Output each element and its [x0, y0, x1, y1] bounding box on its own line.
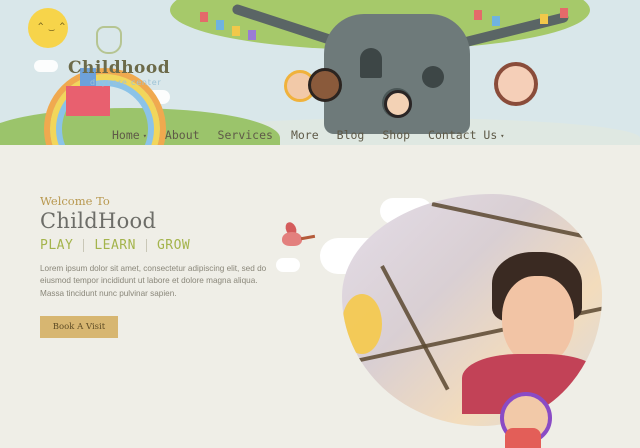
child-illustration — [308, 68, 342, 102]
treehouse-window — [422, 66, 444, 88]
castle-illustration — [66, 68, 110, 116]
logo-title[interactable]: Childhood — [68, 58, 170, 78]
bunting-flag — [560, 8, 568, 18]
nav-item-label: Shop — [382, 128, 411, 142]
girl-face — [502, 276, 574, 366]
main-nav: Home ▾ About Services More Blog Shop Cont… — [112, 126, 505, 144]
nav-item-contact[interactable]: Contact Us ▾ — [428, 128, 504, 142]
climbing-rope — [380, 265, 450, 391]
nav-item-label: Blog — [336, 128, 365, 142]
chevron-down-icon: ▾ — [142, 131, 147, 140]
logo-subtitle: daycare center — [90, 78, 162, 87]
bunting-flag — [248, 30, 256, 40]
nav-item-label: More — [290, 128, 319, 142]
climbing-rope — [431, 202, 602, 252]
hero-photo — [342, 194, 602, 426]
nav-item-services[interactable]: Services — [218, 128, 273, 142]
bird-beak — [300, 234, 316, 241]
hero-welcome: Welcome To — [40, 194, 110, 208]
child-illustration — [494, 62, 538, 106]
child-illustration-body — [505, 428, 541, 448]
nav-item-label: Home — [112, 128, 140, 142]
photo-blur-shape — [342, 294, 382, 354]
nav-item-label: Services — [217, 128, 273, 142]
chevron-down-icon: ▾ — [500, 131, 505, 140]
child-illustration — [384, 90, 412, 118]
bunting-flag — [474, 10, 482, 20]
tagline-learn: LEARN — [94, 238, 136, 253]
tagline-grow: GROW — [156, 238, 191, 253]
cloud-icon — [34, 60, 58, 72]
nav-item-home[interactable]: Home ▾ — [112, 128, 147, 142]
nav-item-about[interactable]: About — [165, 128, 200, 142]
nav-item-blog[interactable]: Blog — [337, 128, 365, 142]
tagline-divider — [145, 239, 147, 252]
bunting-flag — [540, 14, 548, 24]
bird-icon — [282, 232, 302, 246]
sun-face: ^ ‿ ^ — [38, 22, 66, 32]
bunting-flag — [232, 26, 240, 36]
hand-logo-icon — [96, 26, 122, 54]
nav-item-label: About — [164, 128, 200, 142]
nav-item-more[interactable]: More — [291, 128, 319, 142]
nav-item-label: Contact Us — [428, 128, 498, 142]
tagline-play: PLAY — [40, 238, 74, 253]
cloud-icon — [276, 258, 300, 272]
header-illustration: ^ ‿ ^ Childhood daycare center — [0, 0, 640, 145]
bunting-flag — [492, 16, 500, 26]
hero-body-text: Lorem ipsum dolor sit amet, consectetur … — [40, 264, 267, 298]
tagline-divider — [83, 239, 85, 252]
bunting-flag — [200, 12, 208, 22]
hero-title: ChildHood — [40, 209, 157, 233]
nav-item-shop[interactable]: Shop — [382, 128, 410, 142]
bunting-flag — [216, 20, 224, 30]
hero-taglines: PLAY LEARN GROW — [40, 238, 190, 253]
treehouse-window — [360, 48, 382, 78]
book-a-visit-button[interactable]: Book A Visit — [40, 316, 118, 338]
